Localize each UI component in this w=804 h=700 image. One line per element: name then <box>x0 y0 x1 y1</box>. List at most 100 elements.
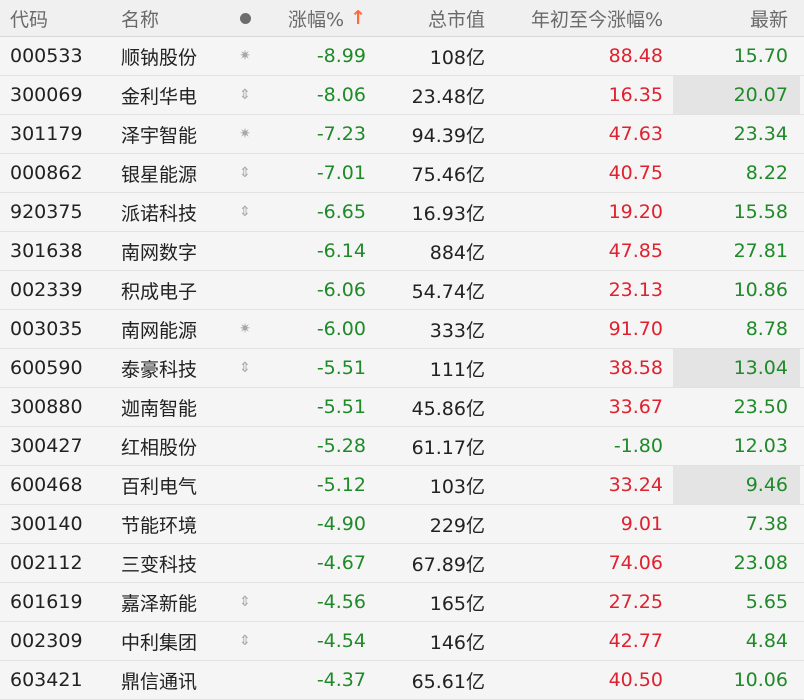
stock-name: 迦南智能 <box>121 397 198 420</box>
updown-arrows-icon: ⇕ <box>239 633 251 649</box>
table-row[interactable]: 003035 南网能源 ✷ -6.00 333亿 91.70 8.78 <box>0 310 804 349</box>
table-row[interactable]: 600590 泰豪科技 ⇕ -5.51 111亿 38.58 13.04 <box>0 349 804 388</box>
table-row[interactable]: 301179 泽宇智能 ✷ -7.23 94.39亿 47.63 23.34 <box>0 115 804 154</box>
last-price: 7.38 <box>745 513 788 535</box>
market-cap: 146亿 <box>429 631 485 654</box>
last-price: 13.04 <box>673 349 800 387</box>
updown-arrows-icon: ⇕ <box>239 165 251 181</box>
updown-arrows-icon: ⇕ <box>239 204 251 220</box>
market-cap: 65.61亿 <box>411 670 485 693</box>
stock-name: 红相股份 <box>121 436 198 459</box>
empty-mark <box>220 388 270 426</box>
status-dot-icon <box>239 12 251 24</box>
stock-code: 301179 <box>10 123 83 145</box>
table-row[interactable]: 300427 红相股份 -5.28 61.17亿 -1.80 12.03 <box>0 427 804 466</box>
table-row[interactable]: 002309 中利集团 ⇕ -4.54 146亿 42.77 4.84 <box>0 622 804 661</box>
header-status-dot[interactable] <box>220 0 270 36</box>
sun-icon: ✷ <box>239 321 251 337</box>
updown-arrows-icon: ⇕ <box>239 360 251 376</box>
last-price: 10.06 <box>733 669 788 691</box>
ytd-change: 19.20 <box>608 201 663 223</box>
change-percent: -4.67 <box>316 552 366 574</box>
market-cap: 111亿 <box>429 358 485 381</box>
table-row[interactable]: 301638 南网数字 -6.14 884亿 47.85 27.81 <box>0 232 804 271</box>
stock-code: 600590 <box>10 357 83 379</box>
table-row[interactable]: 920375 派诺科技 ⇕ -6.65 16.93亿 19.20 15.58 <box>0 193 804 232</box>
updown-arrows-icon: ⇕ <box>239 87 251 103</box>
ytd-change: 42.77 <box>608 630 663 652</box>
market-cap: 16.93亿 <box>411 202 485 225</box>
stock-code: 003035 <box>10 318 83 340</box>
ytd-change: 16.35 <box>608 84 663 106</box>
market-cap: 103亿 <box>429 475 485 498</box>
stock-name: 泰豪科技 <box>121 358 198 381</box>
table-row[interactable]: 002339 积成电子 -6.06 54.74亿 23.13 10.86 <box>0 271 804 310</box>
market-cap: 54.74亿 <box>411 280 485 303</box>
stock-code: 300069 <box>10 84 83 106</box>
last-price: 27.81 <box>733 240 788 262</box>
change-percent: -7.01 <box>316 162 366 184</box>
header-market-cap[interactable]: 总市值 <box>376 0 495 36</box>
last-price: 5.65 <box>745 591 788 613</box>
table-row[interactable]: 002112 三变科技 -4.67 67.89亿 74.06 23.08 <box>0 544 804 583</box>
ytd-change: -1.80 <box>613 435 663 457</box>
stock-name: 节能环境 <box>121 514 198 537</box>
last-price: 8.78 <box>745 318 788 340</box>
stock-code: 000862 <box>10 162 83 184</box>
table-row[interactable]: 000533 顺钠股份 ✷ -8.99 108亿 88.48 15.70 <box>0 37 804 76</box>
header-last-price[interactable]: 最新 <box>673 0 800 36</box>
stock-name: 金利华电 <box>121 85 198 108</box>
market-cap: 67.89亿 <box>411 553 485 576</box>
last-price: 23.08 <box>733 552 788 574</box>
table-row[interactable]: 601619 嘉泽新能 ⇕ -4.56 165亿 27.25 5.65 <box>0 583 804 622</box>
ytd-change: 40.75 <box>608 162 663 184</box>
table-row[interactable]: 300880 迦南智能 -5.51 45.86亿 33.67 23.50 <box>0 388 804 427</box>
market-cap: 229亿 <box>429 514 485 537</box>
change-percent: -8.99 <box>316 45 366 67</box>
table-row[interactable]: 603421 鼎信通讯 -4.37 65.61亿 40.50 10.06 <box>0 661 804 700</box>
market-cap: 75.46亿 <box>411 163 485 186</box>
ytd-change: 23.13 <box>608 279 663 301</box>
stock-name: 南网数字 <box>121 241 198 264</box>
sort-up-arrow-icon: ↑ <box>350 7 366 29</box>
table-row[interactable]: 300069 金利华电 ⇕ -8.06 23.48亿 16.35 20.07 <box>0 76 804 115</box>
market-cap: 94.39亿 <box>411 124 485 147</box>
table-row[interactable]: 000862 银星能源 ⇕ -7.01 75.46亿 40.75 8.22 <box>0 154 804 193</box>
empty-mark <box>220 466 270 504</box>
market-cap: 45.86亿 <box>411 397 485 420</box>
header-name[interactable]: 名称 <box>113 0 220 36</box>
last-price: 10.86 <box>733 279 788 301</box>
last-price: 23.50 <box>733 396 788 418</box>
ytd-change: 9.01 <box>620 513 663 535</box>
table-row[interactable]: 600468 百利电气 -5.12 103亿 33.24 9.46 <box>0 466 804 505</box>
stock-name: 泽宇智能 <box>121 124 198 147</box>
stock-code: 301638 <box>10 240 83 262</box>
market-cap: 61.17亿 <box>411 436 485 459</box>
ytd-change: 33.24 <box>608 474 663 496</box>
change-percent: -7.23 <box>316 123 366 145</box>
stock-name: 南网能源 <box>121 319 198 342</box>
stock-code: 000533 <box>10 45 83 67</box>
market-cap: 23.48亿 <box>411 85 485 108</box>
empty-mark <box>220 544 270 582</box>
stock-name: 嘉泽新能 <box>121 592 198 615</box>
header-code[interactable]: 代码 <box>0 0 113 36</box>
last-price: 12.03 <box>733 435 788 457</box>
header-change-label: 涨幅% <box>288 8 345 31</box>
stock-code: 920375 <box>10 201 83 223</box>
header-ytd-change[interactable]: 年初至今涨幅% <box>495 0 673 36</box>
stock-code: 601619 <box>10 591 83 613</box>
change-percent: -6.65 <box>316 201 366 223</box>
change-percent: -5.12 <box>316 474 366 496</box>
last-price: 15.58 <box>733 201 788 223</box>
empty-mark <box>220 505 270 543</box>
table-row[interactable]: 300140 节能环境 -4.90 229亿 9.01 7.38 <box>0 505 804 544</box>
empty-mark <box>220 271 270 309</box>
header-change[interactable]: 涨幅% ↑ <box>270 0 376 36</box>
ytd-change: 88.48 <box>608 45 663 67</box>
ytd-change: 40.50 <box>608 669 663 691</box>
empty-mark <box>220 661 270 699</box>
change-percent: -6.06 <box>316 279 366 301</box>
last-price: 4.84 <box>745 630 788 652</box>
last-price: 20.07 <box>673 76 800 114</box>
